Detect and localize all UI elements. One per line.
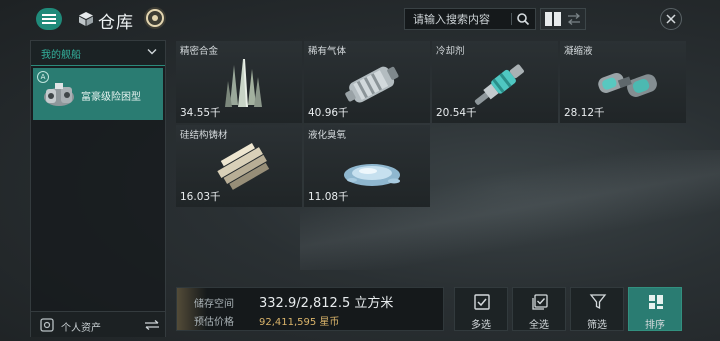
liquid-ozone-icon xyxy=(344,164,400,186)
precision-alloy-icon xyxy=(225,59,262,107)
ship-filter-dropdown[interactable]: 我的舰船 xyxy=(31,41,165,66)
hamburger-icon xyxy=(42,14,56,24)
search-box xyxy=(404,8,536,30)
menu-button[interactable] xyxy=(36,8,62,30)
header: 仓库 xyxy=(0,0,720,38)
item-quantity: 11.08千 xyxy=(308,191,349,203)
ship-name: 富豪级险困型 xyxy=(81,92,141,103)
item-card[interactable]: 液化臭氧 11.08千 xyxy=(304,125,430,207)
sidebar-item-ship[interactable]: A 富豪级险困型 xyxy=(33,68,163,120)
item-card[interactable]: 凝缩液 28.12千 xyxy=(560,41,686,123)
item-card[interactable]: 硅结构铸材 16.03千 xyxy=(176,125,302,207)
item-grid: 精密合金 34.55千 稀有气体 40.96千 冷却剂 20.54千 凝缩液 2… xyxy=(176,41,686,281)
transfer-arrows-icon[interactable] xyxy=(144,320,160,330)
item-quantity: 34.55千 xyxy=(180,107,221,119)
action-label: 筛选 xyxy=(587,320,607,331)
personal-assets-bar[interactable]: 个人资产 xyxy=(31,311,165,337)
ship-thumbnail-icon xyxy=(44,83,74,106)
target-ring-icon[interactable] xyxy=(143,6,167,30)
close-button[interactable] xyxy=(660,8,682,30)
silicon-casting-icon xyxy=(217,143,270,190)
item-card[interactable]: 冷却剂 20.54千 xyxy=(432,41,558,123)
item-card[interactable]: 精密合金 34.55千 xyxy=(176,41,302,123)
storage-summary: 储存空间 332.9/2,812.5 立方米 预估价格 92,411,595 星… xyxy=(176,287,444,331)
coolant-injector-icon xyxy=(474,64,524,105)
checkbox-icon xyxy=(474,294,490,310)
item-quantity: 20.54千 xyxy=(436,107,477,119)
multi-select-button[interactable]: 多选 xyxy=(454,287,508,331)
filter-button[interactable]: 筛选 xyxy=(570,287,624,331)
sidebar: 我的舰船 A 富豪级险困型 个人资产 xyxy=(30,40,166,337)
storage-space-value: 332.9/2,812.5 立方米 xyxy=(259,296,394,311)
double-checkbox-icon xyxy=(532,294,548,310)
action-label: 全选 xyxy=(529,320,549,331)
dropdown-label: 我的舰船 xyxy=(41,50,81,61)
rare-gas-canister-icon xyxy=(345,66,399,103)
item-quantity: 28.12千 xyxy=(564,107,605,119)
assets-label: 个人资产 xyxy=(61,323,101,334)
chevron-down-icon xyxy=(147,49,157,55)
item-name: 冷却剂 xyxy=(436,46,465,57)
action-label: 多选 xyxy=(471,320,491,331)
search-divider xyxy=(511,13,512,25)
assets-icon xyxy=(40,318,54,332)
condensate-tanks-icon xyxy=(598,72,657,97)
sort-grid-icon xyxy=(649,295,663,309)
filter-funnel-icon xyxy=(589,294,607,310)
page-title: 仓库 xyxy=(98,13,134,33)
select-all-button[interactable]: 全选 xyxy=(512,287,566,331)
search-icon[interactable] xyxy=(516,12,530,26)
warehouse-cube-icon xyxy=(79,12,93,26)
item-card[interactable]: 稀有气体 40.96千 xyxy=(304,41,430,123)
swap-view-icon[interactable] xyxy=(567,13,581,25)
storage-space-label: 储存空间 xyxy=(194,299,234,310)
item-quantity: 16.03千 xyxy=(180,191,221,203)
item-quantity: 40.96千 xyxy=(308,107,349,119)
search-input[interactable] xyxy=(405,9,509,29)
close-icon xyxy=(666,14,676,24)
estimated-price-value: 92,411,595 星币 xyxy=(259,317,340,328)
view-toggle xyxy=(540,8,586,30)
sort-button[interactable]: 排序 xyxy=(628,287,682,331)
grid-view-icon[interactable] xyxy=(545,12,561,26)
action-label: 排序 xyxy=(645,320,665,331)
estimated-price-label: 预估价格 xyxy=(194,317,234,328)
item-name: 凝缩液 xyxy=(564,46,593,57)
